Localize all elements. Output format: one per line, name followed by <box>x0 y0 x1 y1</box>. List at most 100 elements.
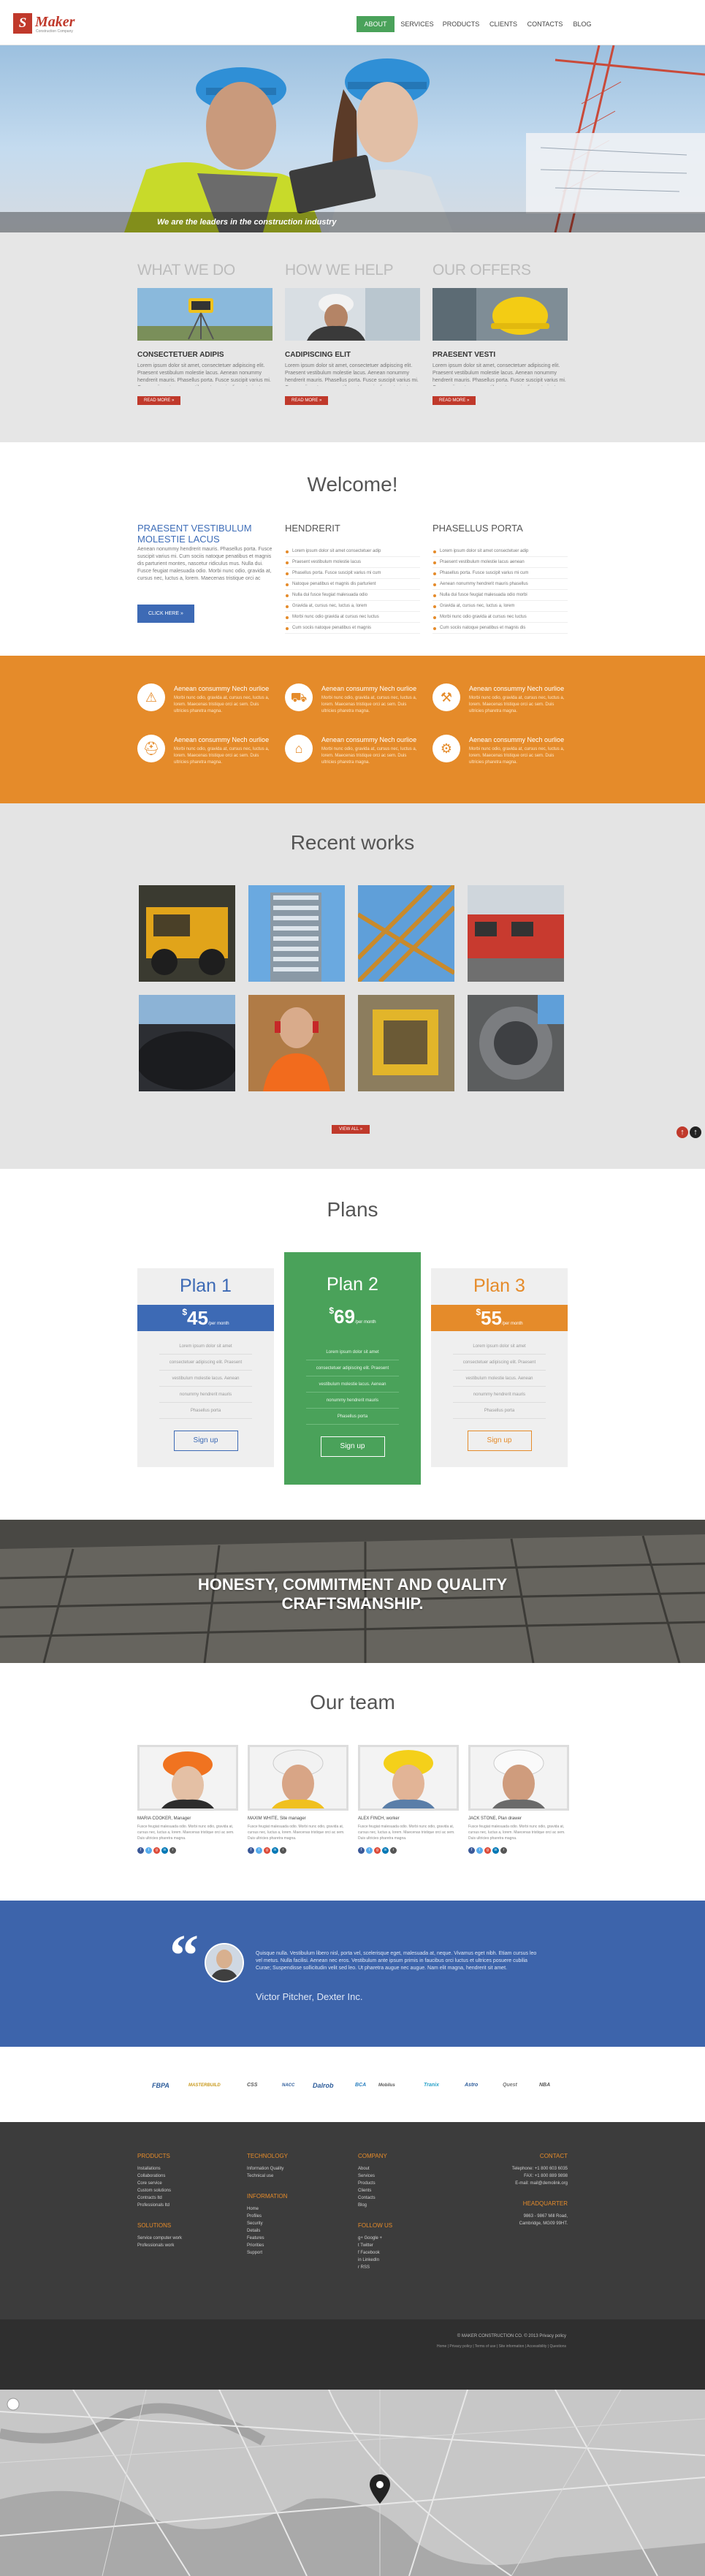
work-thumb[interactable] <box>358 885 454 982</box>
work-thumb[interactable] <box>248 885 345 982</box>
footer-col-contact: CONTACT Telephone: +1 800 603 6035 FAX: … <box>512 2153 568 2227</box>
partner-logo[interactable]: MASTERBUILD <box>188 2079 221 2092</box>
feature-title[interactable]: Aenean consummy Nech ourlioe <box>469 685 564 692</box>
linkedin-icon[interactable]: in <box>161 1847 168 1854</box>
click-here-button[interactable]: CLICK HERE » <box>137 605 194 623</box>
feature-title[interactable]: Aenean consummy Nech ourlioe <box>469 736 564 743</box>
feature-title[interactable]: Aenean consummy Nech ourlioe <box>321 736 416 743</box>
footer-link[interactable]: Custom solutions <box>137 2187 182 2194</box>
google-plus-icon[interactable]: g <box>374 1847 381 1854</box>
nav-services[interactable]: SERVICES <box>399 16 435 32</box>
read-more-button[interactable]: READ MORE » <box>137 396 181 405</box>
linkedin-icon[interactable]: in <box>492 1847 499 1854</box>
partner-logo[interactable]: Astro <box>465 2079 478 2092</box>
footer-link[interactable]: Professionals ltd <box>137 2202 182 2209</box>
sign-up-button[interactable]: Sign up <box>467 1431 532 1451</box>
partner-logo[interactable]: CSS <box>247 2079 257 2092</box>
partner-logo[interactable]: NACC <box>282 2079 294 2092</box>
partner-logo[interactable]: BCA <box>355 2079 366 2092</box>
nav-blog[interactable]: BLOG <box>570 16 595 32</box>
twitter-icon[interactable]: t <box>366 1847 373 1854</box>
sign-up-button[interactable]: Sign up <box>320 1436 385 1457</box>
twitter-icon[interactable]: t <box>476 1847 483 1854</box>
rss-icon[interactable]: r <box>390 1847 397 1854</box>
footer-link[interactable]: Installations <box>137 2165 182 2172</box>
twitter-icon[interactable]: t <box>256 1847 262 1854</box>
partner-logo[interactable]: Tranix <box>424 2079 439 2092</box>
footer-link[interactable]: Contacts <box>358 2194 392 2202</box>
footer-link[interactable]: Blog <box>358 2202 392 2209</box>
footer-link[interactable]: Clients <box>358 2187 392 2194</box>
partner-logo[interactable]: Mobilus <box>378 2079 395 2092</box>
partner-logo[interactable]: FBPA <box>152 2079 169 2092</box>
read-more-button[interactable]: READ MORE » <box>285 396 329 405</box>
facebook-icon[interactable]: f <box>248 1847 254 1854</box>
site-logo[interactable]: S Maker Construction Company <box>13 13 98 34</box>
rss-icon[interactable]: r <box>280 1847 286 1854</box>
facebook-icon[interactable]: f <box>358 1847 365 1854</box>
footer-link[interactable]: Home <box>247 2205 288 2213</box>
rss-icon[interactable]: r <box>500 1847 507 1854</box>
footer-link[interactable]: Service computer work <box>137 2235 182 2242</box>
service-subheading: PRAESENT VESTI <box>432 351 496 359</box>
footer-link[interactable]: Products <box>358 2180 392 2187</box>
footer-link[interactable]: About <box>358 2165 392 2172</box>
back-to-top-icon[interactable]: ↑ <box>690 1126 701 1138</box>
nav-contacts[interactable]: CONTACTS <box>526 16 564 32</box>
linkedin-icon[interactable]: in <box>272 1847 278 1854</box>
footer-link[interactable]: Support <box>247 2249 288 2257</box>
footer-link[interactable]: Technical use <box>247 2172 288 2180</box>
google-plus-icon[interactable]: g <box>264 1847 270 1854</box>
partner-logo[interactable]: NBA <box>539 2079 550 2092</box>
nav-about[interactable]: ABOUT <box>357 16 395 32</box>
work-thumb[interactable] <box>248 995 345 1091</box>
footer-link[interactable]: Core service <box>137 2180 182 2187</box>
partner-logo[interactable]: Quest <box>503 2079 517 2092</box>
map-pin-icon[interactable] <box>370 2474 390 2504</box>
map-image <box>0 2390 705 2576</box>
partner-logo[interactable]: Dalrob <box>313 2079 334 2092</box>
scroll-up-icon[interactable]: ↑ <box>677 1126 688 1138</box>
work-thumb[interactable] <box>468 885 564 982</box>
work-thumb[interactable] <box>468 995 564 1091</box>
work-thumb[interactable] <box>139 995 235 1091</box>
google-plus-icon[interactable]: g <box>484 1847 491 1854</box>
footer-link[interactable]: Details <box>247 2227 288 2235</box>
facebook-icon[interactable]: f <box>137 1847 144 1854</box>
location-map[interactable] <box>0 2390 705 2576</box>
google-plus-icon[interactable]: g <box>153 1847 160 1854</box>
feature-title[interactable]: Aenean consummy Nech ourlioe <box>174 736 269 743</box>
footer-link[interactable]: Information Quality <box>247 2165 288 2172</box>
nav-products[interactable]: PRODUCTS <box>441 16 481 32</box>
work-thumb[interactable] <box>358 995 454 1091</box>
linkedin-icon[interactable]: in <box>382 1847 389 1854</box>
nav-clients[interactable]: CLIENTS <box>487 16 520 32</box>
google-plus-link[interactable]: g+ Google + <box>358 2235 392 2242</box>
rss-icon[interactable]: r <box>169 1847 176 1854</box>
legal-links[interactable]: Home | Privacy policy | Terms of use | S… <box>437 2344 566 2349</box>
sign-up-button[interactable]: Sign up <box>173 1431 238 1451</box>
twitter-icon[interactable]: t <box>145 1847 152 1854</box>
footer-link[interactable]: Services <box>358 2172 392 2180</box>
footer-link[interactable]: Profiles <box>247 2213 288 2220</box>
footer-link[interactable]: Priorities <box>247 2242 288 2249</box>
footer-link[interactable]: Professionals work <box>137 2242 182 2249</box>
feature-title[interactable]: Aenean consummy Nech ourlioe <box>321 685 416 692</box>
linkedin-link[interactable]: in LinkedIn <box>358 2257 392 2264</box>
feature-title[interactable]: Aenean consummy Nech ourlioe <box>174 685 269 692</box>
work-thumb[interactable] <box>139 885 235 982</box>
facebook-icon[interactable]: f <box>468 1847 475 1854</box>
footer-link[interactable]: Contracts ltd <box>137 2194 182 2202</box>
twitter-link[interactable]: t Twitter <box>358 2242 392 2249</box>
team-title: Our team <box>310 1691 395 1713</box>
footer-link[interactable]: Collaborations <box>137 2172 182 2180</box>
view-all-button[interactable]: VIEW ALL » <box>332 1125 370 1134</box>
facebook-link[interactable]: f Facebook <box>358 2249 392 2257</box>
contact-email[interactable]: E-mail: mail@demolink.org <box>512 2180 568 2187</box>
footer-heading: PRODUCTS <box>137 2153 170 2159</box>
footer-link[interactable]: Security <box>247 2220 288 2227</box>
read-more-button[interactable]: READ MORE » <box>432 396 476 405</box>
footer-link[interactable]: Features <box>247 2235 288 2242</box>
footer-heading: COMPANY <box>358 2153 387 2159</box>
rss-link[interactable]: r RSS <box>358 2264 392 2271</box>
